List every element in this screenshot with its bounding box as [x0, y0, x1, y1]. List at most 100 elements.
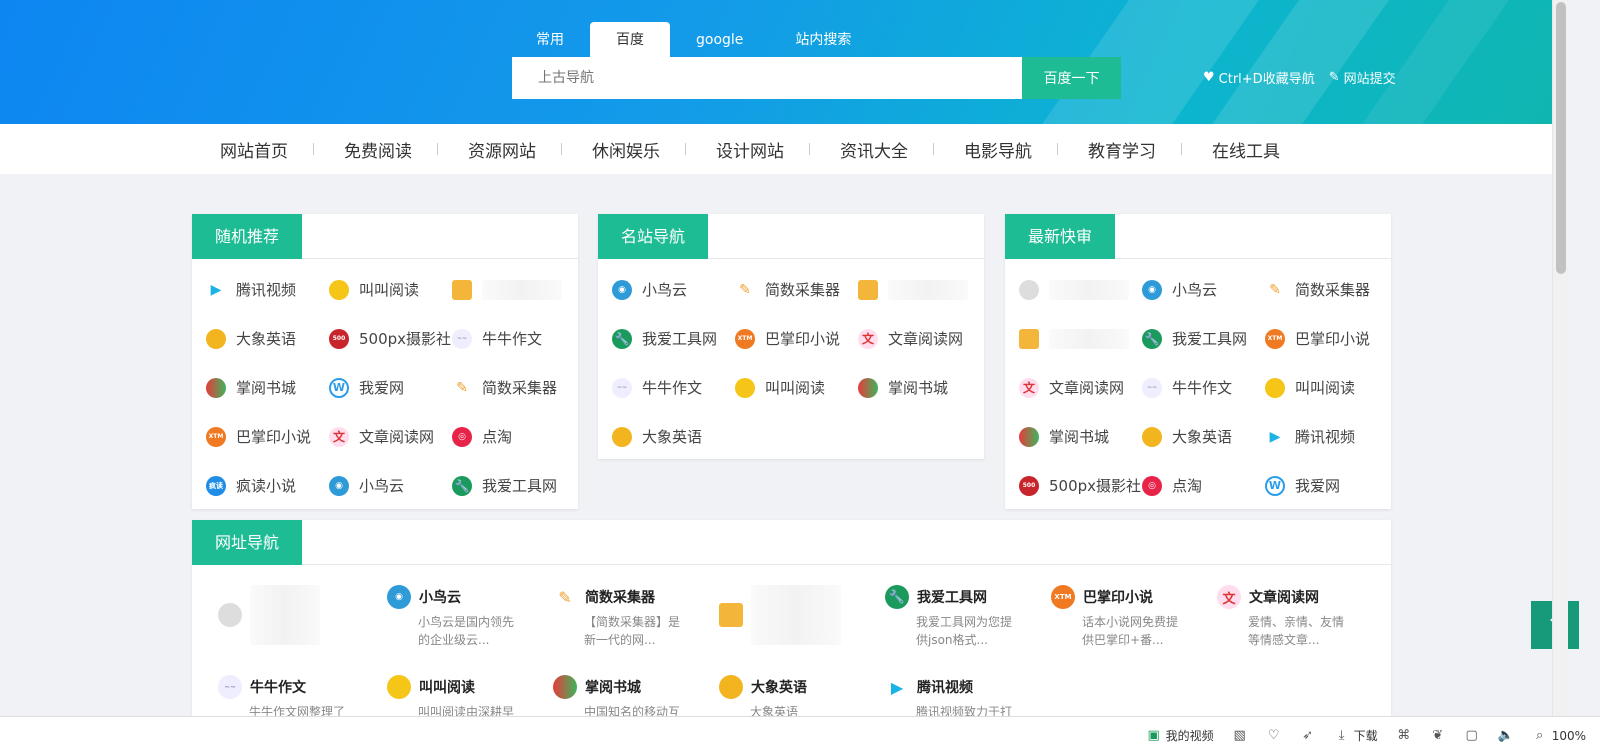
- search-tab-google[interactable]: google: [670, 22, 769, 58]
- directory-item[interactable]: [719, 585, 869, 645]
- nav-news[interactable]: 资讯大全: [810, 137, 934, 162]
- search-button[interactable]: 百度一下: [1022, 57, 1121, 99]
- site-link[interactable]: 掌阅书城: [1019, 412, 1142, 461]
- niuniu-icon: ~~: [452, 328, 472, 349]
- woai-icon: W: [329, 377, 349, 398]
- random-recommend-card: 随机推荐 ▶腾讯视频 叫叫阅读 大象英语 500500px摄影社区 ~~牛牛作文…: [192, 214, 578, 509]
- site-link[interactable]: ✎ 简数采集器: [735, 265, 858, 314]
- site-link[interactable]: 叫叫阅读: [329, 265, 452, 314]
- nav-design[interactable]: 设计网站: [686, 137, 810, 162]
- image-button[interactable]: ▧: [1232, 728, 1248, 744]
- site-link[interactable]: 文文章阅读网: [329, 412, 452, 461]
- site-link[interactable]: ~~ 牛牛作文: [452, 314, 575, 363]
- search-tab-common[interactable]: 常用: [510, 22, 590, 58]
- site-link[interactable]: ✎ 简数采集器: [452, 363, 575, 412]
- rocket-button[interactable]: ➶: [1300, 728, 1316, 744]
- jiaojiao-icon: [735, 377, 755, 398]
- search-input[interactable]: [512, 57, 1022, 99]
- nav-resources[interactable]: 资源网站: [438, 137, 562, 162]
- rocket-icon: ➶: [1302, 728, 1314, 743]
- nav-education[interactable]: 教育学习: [1058, 137, 1182, 162]
- directory-item[interactable]: 文文章阅读网 爱情、亲情、友情等情感文章...: [1217, 585, 1367, 649]
- site-link[interactable]: ▶ 腾讯视频: [1265, 412, 1388, 461]
- xiaoniaoyun-icon: ◉: [329, 475, 349, 496]
- site-link[interactable]: 500500px摄影社区: [329, 314, 452, 363]
- search-tab-site[interactable]: 站内搜索: [769, 22, 877, 58]
- nav-entertainment[interactable]: 休闲娱乐: [562, 137, 686, 162]
- site-link[interactable]: 文文章阅读网: [1019, 363, 1142, 412]
- site-link[interactable]: 大象英语: [612, 412, 735, 461]
- site-link[interactable]: 大象英语: [206, 314, 329, 363]
- stack-icon: [719, 603, 743, 627]
- site-link[interactable]: ◎ 点淘: [1142, 461, 1265, 510]
- placeholder-icon: [218, 603, 242, 627]
- site-link[interactable]: 掌阅书城: [858, 363, 981, 412]
- zhangyue-icon: [858, 377, 878, 398]
- scrollbar-thumb[interactable]: [1556, 2, 1566, 274]
- directory-item[interactable]: ✎ 简数采集器 【简数采集器】是新一代的网...: [553, 585, 703, 649]
- elephant-icon: [612, 426, 632, 447]
- site-link[interactable]: W 我爱网: [1265, 461, 1388, 510]
- site-link[interactable]: 文文章阅读网: [858, 314, 981, 363]
- jiaojiao-icon: [387, 675, 411, 699]
- search-tab-baidu[interactable]: 百度: [590, 22, 670, 58]
- woai-icon: W: [1265, 475, 1285, 496]
- download-button[interactable]: ⤓ 下载: [1334, 727, 1378, 744]
- bookmark-link[interactable]: ♥ Ctrl+D收藏导航: [1203, 68, 1315, 87]
- site-link[interactable]: ~~ 牛牛作文: [612, 363, 735, 412]
- site-link[interactable]: [452, 265, 575, 314]
- site-link[interactable]: ▶ 腾讯视频: [206, 265, 329, 314]
- heart-button[interactable]: ♡: [1266, 728, 1282, 744]
- site-link[interactable]: 叫叫阅读: [735, 363, 858, 412]
- search-tabs: 常用 百度 google 站内搜索: [510, 22, 877, 58]
- site-link[interactable]: ◉ 小鸟云: [612, 265, 735, 314]
- site-link[interactable]: 叫叫阅读: [1265, 363, 1388, 412]
- site-link[interactable]: 大象英语: [1142, 412, 1265, 461]
- directory-item[interactable]: ◉ 小鸟云 小鸟云是国内领先的企业级云...: [387, 585, 537, 649]
- elephant-icon: [719, 675, 743, 699]
- site-link[interactable]: [1019, 265, 1142, 314]
- nav-movies[interactable]: 电影导航: [934, 137, 1058, 162]
- zoom-control[interactable]: ⌕ 100%: [1532, 728, 1586, 744]
- site-link[interactable]: 掌阅书城: [206, 363, 329, 412]
- card-title: 名站导航: [598, 214, 708, 259]
- nav-tools[interactable]: 在线工具: [1182, 137, 1306, 162]
- elephant-icon: [1142, 426, 1162, 447]
- site-link[interactable]: 🔧 我爱工具网: [452, 461, 575, 510]
- site-link[interactable]: [1019, 314, 1142, 363]
- zhangyue-icon: [206, 377, 226, 398]
- site-link[interactable]: ~~ 牛牛作文: [1142, 363, 1265, 412]
- site-link[interactable]: ◉ 小鸟云: [329, 461, 452, 510]
- page-scrollbar[interactable]: [1552, 0, 1568, 716]
- glasses-button[interactable]: ⌘: [1396, 728, 1412, 744]
- nav-free-reading[interactable]: 免费阅读: [314, 137, 438, 162]
- video-icon: ▣: [1147, 728, 1160, 743]
- glasses-icon: ⌘: [1397, 728, 1411, 743]
- my-video-button[interactable]: ▣ 我的视频: [1146, 727, 1214, 744]
- site-link[interactable]: 疯读 疯读小说: [206, 461, 329, 510]
- magnifier-icon: ⌕: [1536, 728, 1544, 743]
- directory-item[interactable]: 🔧 我爱工具网 我爱工具网为您提供json格式...: [885, 585, 1035, 649]
- directory-item[interactable]: XTM 巴掌印小说 话本小说网免费提供巴掌印+番...: [1051, 585, 1201, 649]
- bazhangyin-icon: XTM: [1051, 585, 1075, 609]
- site-link[interactable]: ◎ 点淘: [452, 412, 575, 461]
- heart-icon: ♥: [1203, 70, 1215, 85]
- site-link[interactable]: [858, 265, 981, 314]
- site-link[interactable]: 🔧 我爱工具网: [1142, 314, 1265, 363]
- site-link[interactable]: XTM 巴掌印小说: [206, 412, 329, 461]
- sound-button[interactable]: 🔈: [1498, 728, 1514, 744]
- wrench-icon: 🔧: [452, 475, 472, 496]
- nav-home[interactable]: 网站首页: [208, 137, 314, 162]
- directory-item[interactable]: [218, 585, 368, 645]
- leaf-button[interactable]: ❦: [1430, 728, 1446, 744]
- wenzhang-icon: 文: [1019, 377, 1039, 398]
- site-link[interactable]: ✎ 简数采集器: [1265, 265, 1388, 314]
- site-link[interactable]: ◉ 小鸟云: [1142, 265, 1265, 314]
- site-link[interactable]: 🔧 我爱工具网: [612, 314, 735, 363]
- submit-link[interactable]: ✎ 网站提交: [1329, 68, 1396, 87]
- site-link[interactable]: XTM 巴掌印小说: [735, 314, 858, 363]
- site-link[interactable]: W 我爱网: [329, 363, 452, 412]
- site-link[interactable]: 500500px摄影社区: [1019, 461, 1142, 510]
- site-link[interactable]: XTM 巴掌印小说: [1265, 314, 1388, 363]
- window-button[interactable]: ▢: [1464, 728, 1480, 744]
